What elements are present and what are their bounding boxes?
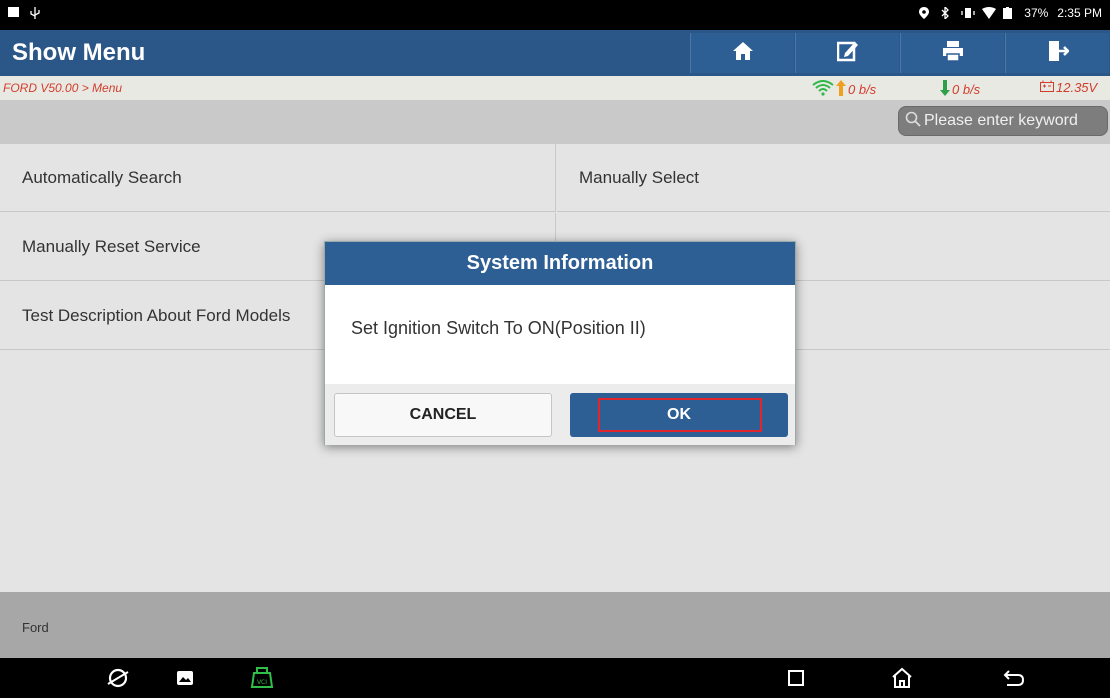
exit-icon (1047, 40, 1070, 67)
vci-connector-icon[interactable]: VCI (250, 666, 274, 690)
search-row: Please enter keyword (0, 100, 1110, 144)
bluetooth-icon (940, 5, 952, 21)
print-button[interactable] (900, 33, 1004, 73)
search-icon (905, 111, 921, 132)
browser-icon[interactable] (106, 666, 130, 690)
gallery-icon[interactable] (173, 666, 197, 690)
footer-bar: Ford (0, 592, 1110, 658)
breadcrumb: FORD V50.00 > Menu (3, 81, 123, 95)
app-header: Show Menu (0, 30, 1110, 76)
home-icon (732, 41, 754, 66)
battery-icon (1003, 7, 1015, 19)
dialog-button-bar: CANCEL OK (325, 384, 795, 445)
download-arrow-icon (940, 80, 950, 99)
cancel-button[interactable]: CANCEL (334, 393, 552, 437)
svg-text:VCI: VCI (257, 679, 267, 686)
upload-rate: 0 b/s (812, 80, 876, 99)
menu-item-automatically-search[interactable]: Automatically Search (0, 144, 556, 212)
navigation-bar: VCI (0, 658, 1110, 698)
breadcrumb-bar: FORD V50.00 > Menu 0 b/s 0 b/s 12.35V (0, 76, 1110, 100)
location-icon (919, 7, 931, 19)
recent-apps-icon[interactable] (784, 666, 808, 690)
vibrate-icon (961, 7, 975, 19)
search-input[interactable]: Please enter keyword (898, 106, 1108, 136)
search-placeholder: Please enter keyword (924, 112, 1078, 129)
dialog-title: System Information (325, 242, 795, 285)
dialog-message: Set Ignition Switch To ON(Position II) (351, 318, 646, 338)
footer-vehicle-label: Ford (22, 620, 49, 635)
battery-percent: 37% (1024, 6, 1049, 20)
menu-item-manually-select[interactable]: Manually Select (557, 144, 1110, 212)
image-notification-icon (8, 7, 19, 17)
home-nav-icon[interactable] (890, 666, 914, 690)
car-battery-icon (1040, 80, 1054, 95)
status-bar: 37% 2:35 PM (0, 0, 1110, 30)
clock: 2:35 PM (1057, 6, 1102, 20)
usb-icon (29, 6, 41, 19)
home-button[interactable] (690, 33, 794, 73)
system-information-dialog: System Information Set Ignition Switch T… (324, 241, 796, 445)
page-title: Show Menu (12, 39, 146, 66)
download-rate: 0 b/s (940, 80, 980, 99)
ok-highlight-box (598, 398, 762, 432)
upload-arrow-icon (836, 80, 846, 99)
print-icon (942, 40, 964, 67)
battery-voltage: 12.35V (1040, 80, 1097, 95)
wifi-icon (982, 7, 997, 19)
exit-button[interactable] (1005, 33, 1109, 73)
edit-report-icon (836, 40, 859, 67)
back-icon[interactable] (1002, 666, 1026, 690)
wifi-signal-icon (812, 80, 834, 99)
ok-button[interactable]: OK (570, 393, 788, 437)
report-button[interactable] (795, 33, 899, 73)
